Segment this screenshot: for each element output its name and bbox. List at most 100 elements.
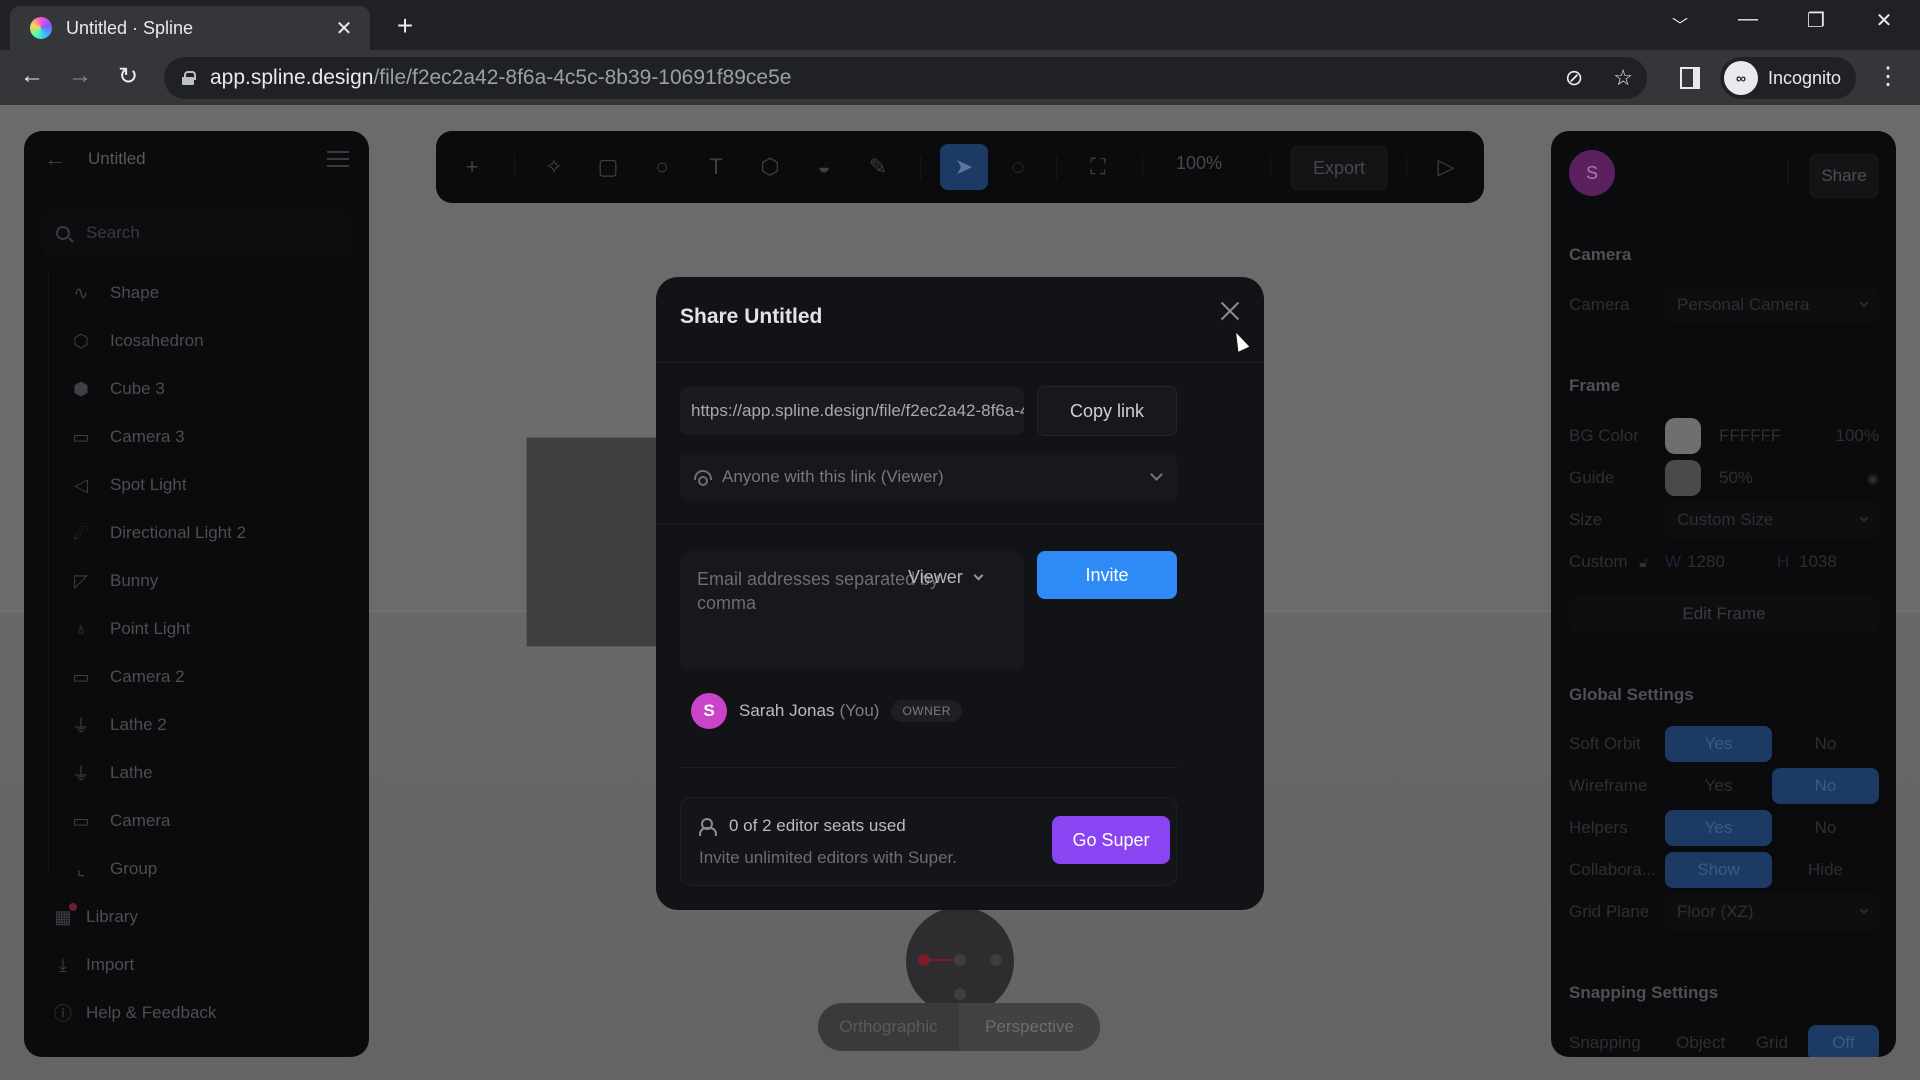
bg-color-hex[interactable]: FFFFFF: [1719, 426, 1836, 446]
help-feedback-button[interactable]: ⓘ Help & Feedback: [52, 989, 216, 1037]
seats-upsell-text: Invite unlimited editors with Super.: [699, 848, 957, 867]
setting-option-show[interactable]: Show: [1665, 852, 1772, 888]
object-tree-item[interactable]: ⬡ Icosahedron: [48, 317, 348, 365]
gizmo-x-handle[interactable]: [918, 954, 930, 966]
tab-search-chevron-icon[interactable]: ﹀: [1660, 12, 1700, 36]
grid-plane-select[interactable]: Floor (XZ): [1665, 894, 1879, 930]
gizmo-center-handle[interactable]: [954, 954, 966, 966]
invite-role-select[interactable]: Viewer: [908, 567, 984, 588]
member-you-tag: (You): [839, 701, 880, 720]
cube-icon: ⬢: [73, 378, 89, 399]
select-tool[interactable]: ➤: [940, 144, 988, 190]
go-super-button[interactable]: Go Super: [1052, 816, 1170, 864]
object-tree-item[interactable]: ◁ Spot Light: [48, 461, 348, 509]
eye-off-icon[interactable]: ⊘: [1565, 65, 1583, 91]
height-input[interactable]: 1038: [1799, 552, 1837, 572]
scene-object[interactable]: [526, 437, 666, 647]
share-link-field[interactable]: https://app.spline.design/file/f2ec2a42-…: [680, 387, 1024, 435]
minimize-button[interactable]: —: [1728, 8, 1768, 31]
bookmark-star-icon[interactable]: ☆: [1613, 65, 1633, 91]
copy-link-button[interactable]: Copy link: [1037, 386, 1177, 436]
link-access-select[interactable]: Anyone with this link (Viewer): [680, 453, 1177, 501]
setting-label: Collabora...: [1569, 860, 1656, 879]
divider: [656, 362, 1264, 363]
projection-perspective[interactable]: Perspective: [959, 1003, 1100, 1051]
bg-color-swatch[interactable]: [1665, 418, 1701, 454]
object-tree-item[interactable]: ⏚ Lathe: [48, 749, 348, 797]
gizmo-y-handle[interactable]: [954, 988, 966, 1000]
side-panel-icon[interactable]: [1680, 67, 1700, 89]
pen-tool[interactable]: ✎: [856, 145, 900, 189]
share-button[interactable]: Share: [1809, 153, 1879, 199]
orientation-gizmo[interactable]: [906, 907, 1014, 1015]
incognito-profile-button[interactable]: ∞ Incognito: [1720, 57, 1856, 99]
snapping-option-off[interactable]: Off: [1807, 1025, 1879, 1057]
lock-ratio-icon[interactable]: 🔓︎: [1639, 554, 1665, 571]
lock-icon[interactable]: [182, 71, 196, 85]
object-tree-item[interactable]: ⬢ Cube 3: [48, 365, 348, 413]
import-button[interactable]: ⤓ Import: [52, 941, 216, 989]
bg-color-row: BG Color FFFFFF 100%: [1569, 417, 1879, 455]
snapping-option-object[interactable]: Object: [1665, 1025, 1736, 1057]
hamburger-menu-icon[interactable]: [327, 151, 349, 167]
restore-button[interactable]: ❐: [1796, 8, 1836, 33]
play-button[interactable]: ▷: [1424, 145, 1468, 189]
browser-menu-icon[interactable]: ⋮: [1876, 62, 1900, 91]
setting-option-hide[interactable]: Hide: [1772, 852, 1879, 888]
object-tree-item[interactable]: ▭ Camera 3: [48, 413, 348, 461]
invite-button[interactable]: Invite: [1037, 551, 1177, 599]
camera-select[interactable]: Personal Camera: [1665, 287, 1879, 323]
object-tree-item[interactable]: ⏚ Lathe 2: [48, 701, 348, 749]
bg-color-opacity[interactable]: 100%: [1836, 426, 1879, 446]
guide-color-swatch[interactable]: [1665, 460, 1701, 496]
object-tree-item[interactable]: ⌞ Group: [48, 845, 348, 893]
projection-orthographic[interactable]: Orthographic: [818, 1003, 959, 1051]
file-title[interactable]: Untitled: [88, 149, 327, 169]
setting-option-no[interactable]: No: [1772, 726, 1879, 762]
object-tree-item[interactable]: ◸ Bunny: [48, 557, 348, 605]
email-invite-input[interactable]: Email addresses separated by comma Viewe…: [680, 551, 1024, 671]
new-tab-button[interactable]: +: [390, 10, 420, 42]
close-icon[interactable]: [1216, 297, 1244, 325]
back-arrow-icon[interactable]: ←: [44, 146, 66, 172]
object-tree-item[interactable]: ▭ Camera 2: [48, 653, 348, 701]
ai-generate-button[interactable]: ✧: [532, 145, 576, 189]
forward-button[interactable]: →: [62, 62, 98, 90]
object-tree-item[interactable]: ♁ Point Light: [48, 605, 348, 653]
back-button[interactable]: ←: [14, 62, 50, 90]
setting-option-yes[interactable]: Yes: [1665, 726, 1772, 762]
address-bar[interactable]: app.spline.design /file/f2ec2a42-8f6a-4c…: [164, 57, 1647, 99]
frame-tool[interactable]: ⛶: [1076, 145, 1120, 189]
comment-tool[interactable]: ◌: [996, 145, 1040, 189]
object-tree-item[interactable]: ▭ Camera: [48, 797, 348, 845]
setting-option-no[interactable]: No: [1772, 768, 1879, 804]
ellipse-tool[interactable]: ○: [640, 145, 684, 189]
guide-visibility-icon[interactable]: ◉: [1867, 470, 1879, 487]
close-window-button[interactable]: ✕: [1864, 8, 1904, 33]
rectangle-tool[interactable]: ▢: [586, 145, 630, 189]
gizmo-neg-x-handle[interactable]: [990, 954, 1002, 966]
cube-tool[interactable]: ⬡: [748, 145, 792, 189]
reload-button[interactable]: ↻: [110, 62, 146, 91]
user-avatar[interactable]: S: [1569, 150, 1615, 196]
setting-option-yes[interactable]: Yes: [1665, 810, 1772, 846]
snapping-option-grid[interactable]: Grid: [1736, 1025, 1807, 1057]
object-tree-item[interactable]: ☄ Directional Light 2: [48, 509, 348, 557]
zoom-level[interactable]: 100%: [1176, 153, 1222, 174]
object-tree-item[interactable]: ∿ Shape: [48, 269, 348, 317]
text-tool[interactable]: T: [694, 145, 738, 189]
sphere-tool[interactable]: ◒: [802, 145, 846, 189]
object-search-input[interactable]: Search: [42, 209, 351, 257]
add-object-button[interactable]: +: [450, 145, 494, 189]
export-button[interactable]: Export: [1290, 145, 1388, 191]
setting-option-yes[interactable]: Yes: [1665, 768, 1772, 804]
edit-frame-button[interactable]: Edit Frame: [1569, 596, 1879, 632]
size-select[interactable]: Custom Size: [1665, 502, 1879, 538]
pointer-icon: ➤: [954, 154, 974, 179]
browser-tab[interactable]: Untitled · Spline ✕: [10, 6, 370, 50]
library-button[interactable]: ▦ Library: [52, 893, 216, 941]
tab-close-icon[interactable]: ✕: [332, 16, 356, 41]
setting-option-no[interactable]: No: [1772, 810, 1879, 846]
width-input[interactable]: 1280: [1687, 552, 1777, 572]
guide-opacity[interactable]: 50%: [1719, 468, 1867, 488]
